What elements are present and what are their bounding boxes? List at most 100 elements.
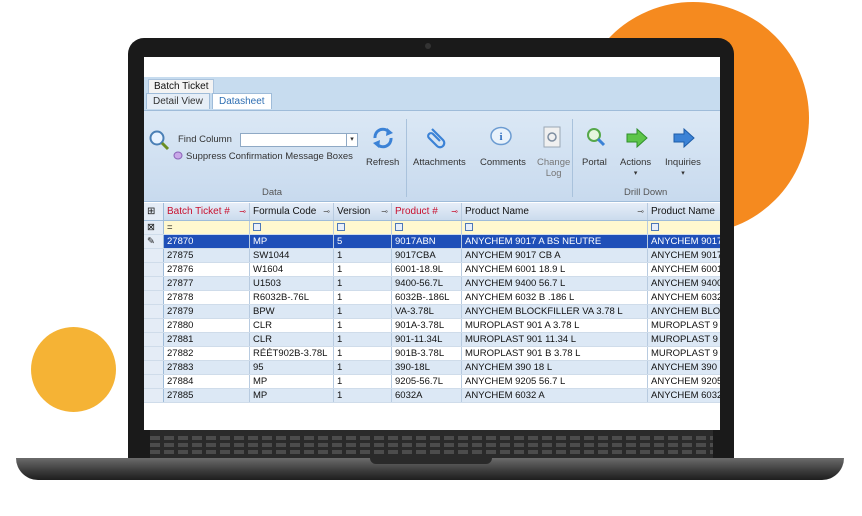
document-tab-batch-ticket[interactable]: Batch Ticket: [148, 79, 215, 93]
attachments-button[interactable]: Attachments: [413, 157, 466, 168]
table-row[interactable]: 27881 CLR 1 901-11.34L MUROPLAST 901 11.34 L…: [144, 333, 720, 347]
table-cell[interactable]: 6032B-.186L: [392, 291, 462, 304]
table-cell[interactable]: 6001-18.9L: [392, 263, 462, 276]
table-cell[interactable]: CLR: [250, 333, 334, 346]
table-cell[interactable]: ANYCHEM 390 18 L: [462, 361, 648, 374]
find-column-combobox[interactable]: ▾: [240, 133, 358, 147]
suppress-confirmation-checkbox[interactable]: Suppress Confirmation Message Boxes: [186, 151, 353, 162]
table-cell[interactable]: 27876: [164, 263, 250, 276]
select-all-icon[interactable]: ⊞: [144, 203, 164, 220]
comments-button[interactable]: Comments: [480, 157, 526, 168]
table-cell[interactable]: ANYCHEM 9017 A BS NEUTRE: [462, 235, 648, 248]
table-cell[interactable]: W1604: [250, 263, 334, 276]
table-row[interactable]: 27878 R6032B-.76L 1 6032B-.186L ANYCHEM 6032…: [144, 291, 720, 305]
table-cell[interactable]: ANYCHEM 6032: [648, 291, 720, 304]
table-cell[interactable]: MUROPLAST 9: [648, 347, 720, 360]
change-log-button[interactable]: Change Log: [537, 157, 570, 179]
column-header-batch-ticket[interactable]: Batch Ticket # ⊸: [164, 203, 250, 220]
table-cell[interactable]: R6032B-.76L: [250, 291, 334, 304]
table-row[interactable]: 27875 SW1044 1 9017CBA ANYCHEM 9017 CB A ANYC…: [144, 249, 720, 263]
table-cell[interactable]: 27885: [164, 389, 250, 402]
column-header-version[interactable]: Version ⊸: [334, 203, 392, 220]
table-cell[interactable]: ANYCHEM 9400: [648, 277, 720, 290]
arrow-right-green-icon[interactable]: [625, 127, 649, 149]
table-cell[interactable]: 9205-56.7L: [392, 375, 462, 388]
table-cell[interactable]: MP: [250, 375, 334, 388]
table-cell[interactable]: MUROPLAST 9: [648, 319, 720, 332]
row-selector[interactable]: [144, 375, 164, 388]
table-cell[interactable]: ANYCHEM 6032: [648, 389, 720, 402]
filter-product-name[interactable]: [462, 221, 648, 234]
table-cell[interactable]: 27878: [164, 291, 250, 304]
table-cell[interactable]: 1: [334, 347, 392, 360]
column-header-product-name[interactable]: Product Name ⊸: [462, 203, 648, 220]
table-cell[interactable]: MUROPLAST 901 B 3.78 L: [462, 347, 648, 360]
table-cell[interactable]: BPW: [250, 305, 334, 318]
info-comment-icon[interactable]: i: [489, 125, 513, 151]
table-cell[interactable]: ANYCHEM 390: [648, 361, 720, 374]
table-cell[interactable]: 27880: [164, 319, 250, 332]
table-cell[interactable]: U1503: [250, 277, 334, 290]
chevron-down-icon[interactable]: ▾: [346, 134, 357, 146]
table-row[interactable]: 27885 MP 1 6032A ANYCHEM 6032 A ANYCHEM 6032: [144, 389, 720, 403]
table-cell[interactable]: 1: [334, 277, 392, 290]
table-cell[interactable]: VA-3.78L: [392, 305, 462, 318]
row-selector[interactable]: [144, 277, 164, 290]
table-cell[interactable]: ANYCHEM 6001: [648, 263, 720, 276]
table-cell[interactable]: ANYCHEM 9400 56.7 L: [462, 277, 648, 290]
table-cell[interactable]: ANYCHEM 9017 CB A: [462, 249, 648, 262]
table-cell[interactable]: 27877: [164, 277, 250, 290]
pin-icon[interactable]: ⊸: [239, 203, 246, 220]
pin-icon[interactable]: ⊸: [323, 203, 330, 220]
pin-icon[interactable]: ⊸: [381, 203, 388, 220]
filter-batch-ticket[interactable]: =: [164, 221, 250, 234]
row-selector[interactable]: [144, 305, 164, 318]
current-row-pencil-icon[interactable]: ✎: [144, 235, 164, 248]
table-cell[interactable]: MUROPLAST 9: [648, 333, 720, 346]
table-cell[interactable]: 9017ABN: [392, 235, 462, 248]
row-selector[interactable]: [144, 389, 164, 402]
column-header-product-number[interactable]: Product # ⊸: [392, 203, 462, 220]
row-selector[interactable]: [144, 291, 164, 304]
table-cell[interactable]: 9400-56.7L: [392, 277, 462, 290]
row-selector[interactable]: [144, 333, 164, 346]
arrow-right-blue-icon[interactable]: [672, 127, 696, 149]
table-cell[interactable]: MP: [250, 235, 334, 248]
table-cell[interactable]: MUROPLAST 901 11.34 L: [462, 333, 648, 346]
row-selector[interactable]: [144, 249, 164, 262]
table-cell[interactable]: ANYCHEM 9017: [648, 235, 720, 248]
table-cell[interactable]: SW1044: [250, 249, 334, 262]
tab-detail-view[interactable]: Detail View: [146, 93, 210, 109]
table-cell[interactable]: 1: [334, 361, 392, 374]
table-cell[interactable]: ANYCHEM 9205: [648, 375, 720, 388]
table-cell[interactable]: ANYCHEM BLO: [648, 305, 720, 318]
table-cell[interactable]: RÉÉT902B-3.78L: [250, 347, 334, 360]
table-cell[interactable]: 901-11.34L: [392, 333, 462, 346]
pin-icon[interactable]: ⊸: [637, 203, 644, 220]
tab-datasheet[interactable]: Datasheet: [212, 93, 272, 109]
table-row[interactable]: ✎ 27870 MP 5 9017ABN ANYCHEM 9017 A BS NEUTRE…: [144, 235, 720, 249]
row-selector[interactable]: [144, 361, 164, 374]
table-cell[interactable]: 1: [334, 375, 392, 388]
table-cell[interactable]: 9017CBA: [392, 249, 462, 262]
table-cell[interactable]: ANYCHEM 6032 B .186 L: [462, 291, 648, 304]
row-selector[interactable]: [144, 347, 164, 360]
table-cell[interactable]: 27884: [164, 375, 250, 388]
table-cell[interactable]: 27881: [164, 333, 250, 346]
table-cell[interactable]: 27879: [164, 305, 250, 318]
table-cell[interactable]: 901A-3.78L: [392, 319, 462, 332]
table-row[interactable]: 27882 RÉÉT902B-3.78L 1 901B-3.78L MUROPLAST …: [144, 347, 720, 361]
table-cell[interactable]: 1: [334, 319, 392, 332]
table-cell[interactable]: ANYCHEM 6032 A: [462, 389, 648, 402]
column-header-formula-code[interactable]: Formula Code ⊸: [250, 203, 334, 220]
pin-icon[interactable]: ⊸: [451, 203, 458, 220]
table-row[interactable]: 27884 MP 1 9205-56.7L ANYCHEM 9205 56.7 L ANY…: [144, 375, 720, 389]
table-cell[interactable]: 1: [334, 249, 392, 262]
portal-button[interactable]: Portal: [582, 157, 607, 168]
filter-product-number[interactable]: [392, 221, 462, 234]
table-cell[interactable]: 1: [334, 263, 392, 276]
filter-formula-code[interactable]: [250, 221, 334, 234]
filter-clear-icon[interactable]: ⊠: [144, 221, 164, 234]
table-cell[interactable]: ANYCHEM 9205 56.7 L: [462, 375, 648, 388]
table-cell[interactable]: 27870: [164, 235, 250, 248]
